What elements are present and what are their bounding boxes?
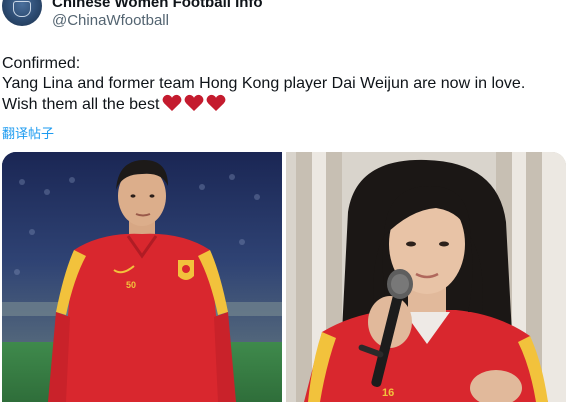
heart-icon [162,94,182,111]
account-avatar[interactable] [2,0,42,26]
more-options-icon[interactable]: ··· [544,0,563,8]
photo-right-illustration: 16 [286,152,566,402]
tweet-text-line-2: Yang Lina and former team Hong Kong play… [2,75,526,92]
media-photo-left[interactable]: 50 [2,152,282,402]
left-jersey-number: 50 [126,280,136,290]
media-photo-right[interactable]: 16 [286,152,566,402]
tweet-text-line-3-label: Wish them all the best [2,96,160,113]
tweet-text: Confirmed: Yang Lina and former team Hon… [2,54,572,115]
crest-icon [13,1,31,17]
tweet-header: Chinese Women Football Info @ChinaWfootb… [0,0,572,40]
hearts-emoji-group [162,94,226,112]
heart-icon [184,94,204,111]
tweet-text-line-1: Confirmed: [2,55,81,72]
heart-icon [206,94,226,111]
right-jersey-number: 16 [382,387,394,399]
display-name[interactable]: Chinese Women Football Info [52,0,263,11]
translate-post-link[interactable]: 翻译帖子 [2,123,54,142]
tweet-text-line-3: Wish them all the best [2,94,572,115]
photo-left-illustration: 50 [2,152,282,402]
account-handle[interactable]: @ChinaWfootball [52,12,169,29]
tweet-media[interactable]: 50 16 [2,152,566,402]
